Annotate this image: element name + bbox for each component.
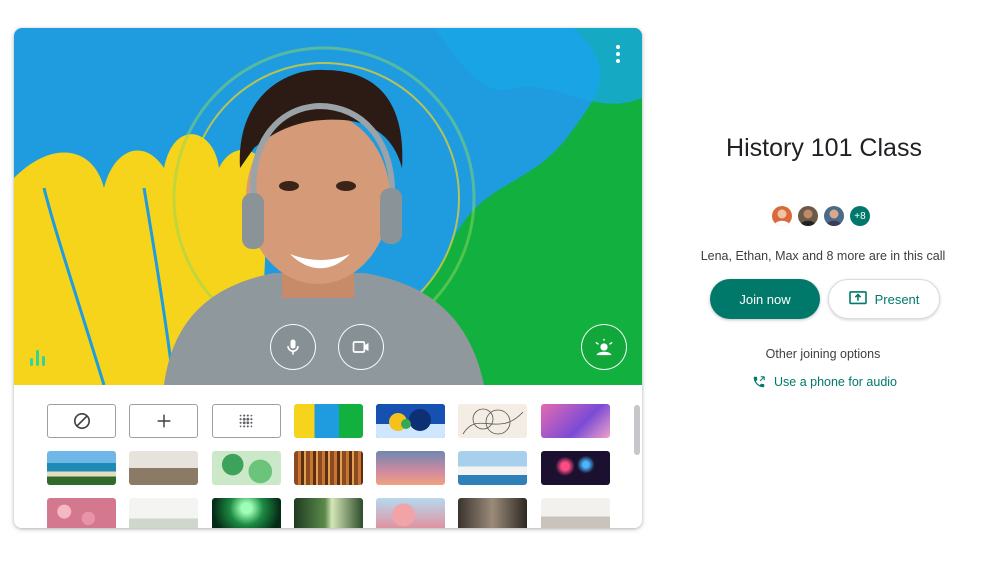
avatar-max — [824, 206, 844, 226]
background-fireworks[interactable] — [540, 451, 610, 485]
background-forest[interactable] — [293, 498, 363, 528]
avatar-ethan — [798, 206, 818, 226]
avatar-lena — [772, 206, 792, 226]
background-picker — [14, 385, 642, 528]
background-pink-flowers[interactable] — [47, 498, 116, 528]
more-participants-badge: +8 — [850, 206, 870, 226]
avatar — [798, 206, 818, 226]
join-now-button[interactable]: Join now — [710, 279, 820, 319]
participant-avatars: +8 — [772, 206, 870, 226]
visual-effects-icon — [595, 338, 613, 356]
avatar — [772, 206, 792, 226]
background-seaside-town[interactable] — [458, 451, 528, 485]
background-abstract-blue-green[interactable] — [293, 404, 363, 438]
microphone-button[interactable] — [270, 324, 316, 370]
join-panel: History 101 Class +8 Lena, Ethan, Max an… — [692, 0, 972, 565]
background-kitchen[interactable] — [540, 498, 610, 528]
background-line-art[interactable] — [458, 404, 528, 438]
background-white-room[interactable] — [129, 498, 199, 528]
camera-video — [14, 28, 642, 385]
present-screen-icon — [848, 291, 867, 305]
background-cherry-blossom[interactable] — [376, 498, 446, 528]
background-green-lights[interactable] — [211, 498, 281, 528]
avatar — [824, 206, 844, 226]
background-horses[interactable] — [129, 451, 199, 485]
present-label: Present — [874, 291, 920, 307]
background-sunset-sky[interactable] — [376, 451, 446, 485]
background-loft[interactable] — [458, 498, 528, 528]
more-options-icon[interactable] — [608, 42, 628, 66]
blur-icon — [239, 414, 253, 428]
visual-effects-button[interactable] — [581, 324, 627, 370]
background-grid — [47, 404, 610, 528]
use-phone-audio-label: Use a phone for audio — [774, 375, 898, 389]
background-abstract-circles[interactable] — [376, 404, 446, 438]
upload-background-option[interactable] — [129, 404, 199, 438]
background-scrollbar[interactable] — [634, 405, 640, 455]
participants-text: Lena, Ethan, Max and 8 more are in this … — [700, 249, 946, 263]
slight-blur-option[interactable] — [211, 404, 281, 438]
circles-art — [376, 404, 446, 438]
background-pink-leaves[interactable] — [540, 404, 610, 438]
background-green-leaves[interactable] — [211, 451, 281, 485]
line-art — [463, 408, 524, 435]
phone-icon — [753, 376, 765, 388]
background-beach[interactable] — [47, 451, 116, 485]
audio-level-icon — [30, 350, 45, 366]
background-bookshelf[interactable] — [293, 451, 363, 485]
microphone-icon — [287, 339, 299, 355]
present-button[interactable]: Present — [828, 279, 940, 319]
meeting-title: History 101 Class — [726, 134, 922, 162]
preview-card — [14, 28, 642, 528]
other-joining-options-label: Other joining options — [765, 347, 881, 361]
no-effect-option[interactable] — [47, 404, 116, 438]
camera-icon — [352, 341, 369, 353]
use-phone-audio-link[interactable]: Use a phone for audio — [752, 375, 897, 389]
camera-preview — [14, 28, 642, 385]
no-effect-icon — [73, 412, 90, 430]
add-icon — [157, 414, 171, 428]
camera-button[interactable] — [338, 324, 384, 370]
